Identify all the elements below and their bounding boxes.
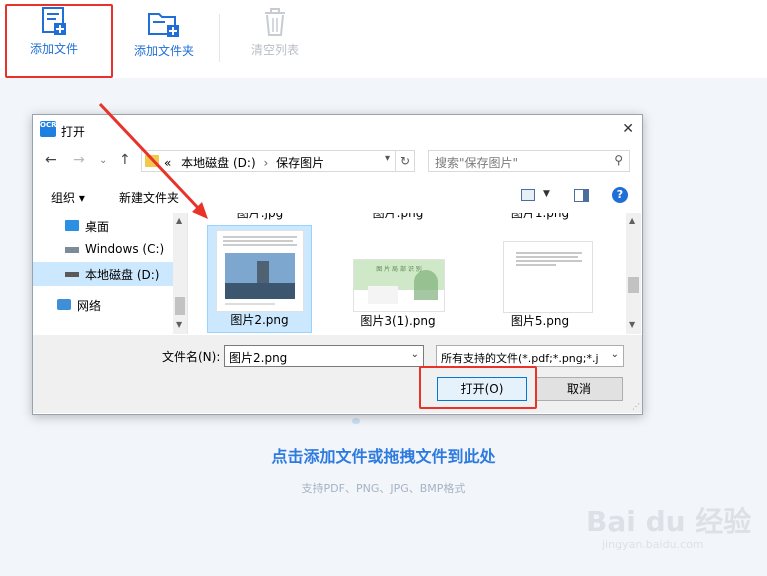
breadcrumb: « 本地磁盘 (D:) › 保存图片 xyxy=(164,154,324,171)
scrollbar-thumb[interactable] xyxy=(175,297,185,315)
cancel-button[interactable]: 取消 xyxy=(535,377,623,401)
file-name-field[interactable]: 图片2.png ⌄ xyxy=(224,345,424,367)
file-item[interactable]: 图 片 局 部 识 别 图片3(1).png xyxy=(346,225,450,333)
search-icon: ⚲ xyxy=(614,153,623,167)
annotation-highlight-open xyxy=(419,366,537,409)
file-type-select[interactable]: 所有支持的文件(*.pdf;*.png;*.j ⌄ xyxy=(436,345,624,367)
clear-list-label: 清空列表 xyxy=(250,43,299,57)
back-arrow-icon[interactable]: ← xyxy=(45,152,57,168)
file-name: 图片1.png xyxy=(510,213,570,220)
address-bar[interactable]: « 本地磁盘 (D:) › 保存图片 ▾ xyxy=(141,150,415,172)
navigation-pane: 桌面 Windows (C:) 本地磁盘 (D:) 网络 xyxy=(33,213,188,334)
file-name: 图片2.png xyxy=(230,313,289,327)
ocr-app-icon: OCR xyxy=(40,121,56,137)
nav-item-desktop[interactable]: 桌面 xyxy=(33,214,173,238)
address-dropdown-icon[interactable]: ▾ xyxy=(385,153,390,164)
drop-zone-icon xyxy=(352,418,360,424)
nav-item-label: 网络 xyxy=(77,299,102,313)
file-name-label: 文件名(N): xyxy=(162,350,221,364)
nav-item-network[interactable]: 网络 xyxy=(33,293,173,317)
drive-d-icon xyxy=(65,272,79,277)
dialog-title: 打开 xyxy=(61,125,86,139)
network-icon xyxy=(57,299,71,310)
file-item-selected[interactable]: 图片2.png xyxy=(207,225,312,333)
view-mode-icon[interactable] xyxy=(521,189,535,201)
toolbar-divider xyxy=(219,14,220,62)
nav-item-label: 本地磁盘 (D:) xyxy=(85,268,160,282)
nav-item-label: Windows (C:) xyxy=(85,242,165,256)
add-folder-icon xyxy=(148,13,179,37)
folder-icon xyxy=(145,155,159,167)
recent-dropdown-icon[interactable]: ⌄ xyxy=(99,155,107,166)
file-list-scrollbar[interactable]: ▲ ▼ xyxy=(626,213,641,334)
annotation-highlight-add-file xyxy=(5,4,113,78)
file-name: 图片.png xyxy=(372,213,424,220)
scroll-up-icon[interactable]: ▲ xyxy=(176,216,182,225)
drop-zone-hint: 支持PDF、PNG、JPG、BMP格式 xyxy=(301,482,466,495)
nav-item-windows-c[interactable]: Windows (C:) xyxy=(33,238,173,262)
dialog-footer: 文件名(N): 图片2.png ⌄ 所有支持的文件(*.pdf;*.png;*.… xyxy=(33,335,642,413)
baidu-watermark: Bai du 经验 jingyan.baidu.com xyxy=(586,500,756,562)
nav-item-local-disk-d[interactable]: 本地磁盘 (D:) xyxy=(33,262,173,286)
add-folder-label: 添加文件夹 xyxy=(133,44,194,58)
file-item-partial[interactable]: 图片.png xyxy=(346,213,450,221)
file-item-partial[interactable]: 图片.jpg xyxy=(208,213,312,221)
file-type-value: 所有支持的文件(*.pdf;*.png;*.j xyxy=(441,352,599,365)
breadcrumb-separator: › xyxy=(263,156,269,170)
search-input[interactable]: 搜索"保存图片" ⚲ xyxy=(428,150,630,172)
file-name-value: 图片2.png xyxy=(229,351,288,365)
dialog-titlebar[interactable]: OCR 打开 ✕ xyxy=(33,115,642,145)
navigation-bar: ← → ⌄ ↑ « 本地磁盘 (D:) › 保存图片 ▾ ↻ 搜索"保存图片" … xyxy=(33,148,642,176)
chevron-down-icon[interactable]: ⌄ xyxy=(411,349,419,360)
chevron-down-icon[interactable]: ⌄ xyxy=(608,349,619,360)
nav-item-label: 桌面 xyxy=(85,220,110,234)
organize-button[interactable]: 组织 ▾ xyxy=(51,189,85,206)
trash-icon xyxy=(265,8,285,36)
help-icon[interactable]: ? xyxy=(612,187,628,203)
add-folder-button[interactable]: 添加文件夹 xyxy=(122,2,206,80)
open-file-dialog: OCR 打开 ✕ ← → ⌄ ↑ « 本地磁盘 (D:) › 保存图片 ▾ ↻ … xyxy=(32,114,643,415)
view-dropdown-icon[interactable]: ▼ xyxy=(543,189,550,199)
app-toolbar: 添加文件 添加文件夹 清空列表 xyxy=(0,0,767,78)
file-thumbnail xyxy=(216,230,304,312)
clear-list-button[interactable]: 清空列表 xyxy=(238,1,312,79)
scroll-down-icon[interactable]: ▼ xyxy=(629,320,635,329)
file-item[interactable]: 图片5.png xyxy=(488,225,593,333)
preview-pane-icon[interactable] xyxy=(574,189,589,202)
watermark-url: jingyan.baidu.com xyxy=(602,538,704,551)
file-name: 图片.jpg xyxy=(236,213,284,220)
close-icon[interactable]: ✕ xyxy=(622,121,634,137)
scroll-up-icon[interactable]: ▲ xyxy=(629,216,635,225)
breadcrumb-item-saved-images[interactable]: 保存图片 xyxy=(276,156,324,170)
navigation-scrollbar[interactable]: ▲ ▼ xyxy=(173,213,187,334)
search-placeholder: 搜索"保存图片" xyxy=(435,156,519,170)
file-list: 图片.jpg 图片.png 图片1.png 图片2.png 图 片 局 部 识 xyxy=(188,213,626,334)
drop-zone-title[interactable]: 点击添加文件或拖拽文件到此处 xyxy=(0,443,767,467)
breadcrumb-overflow[interactable]: « xyxy=(164,156,171,170)
up-arrow-icon[interactable]: ↑ xyxy=(119,152,131,168)
file-name: 图片5.png xyxy=(510,314,570,328)
file-name: 图片3(1).png xyxy=(360,314,436,328)
new-folder-button[interactable]: 新建文件夹 xyxy=(119,189,179,206)
drive-c-icon xyxy=(65,247,79,253)
scroll-down-icon[interactable]: ▼ xyxy=(176,320,182,329)
file-thumbnail xyxy=(503,241,593,313)
file-item-partial[interactable]: 图片1.png xyxy=(488,213,592,221)
scrollbar-thumb[interactable] xyxy=(628,277,639,293)
app-icon-text: OCR xyxy=(40,121,57,129)
resize-grip-icon[interactable]: ⋰ xyxy=(632,402,640,411)
breadcrumb-item-drive-d[interactable]: 本地磁盘 (D:) xyxy=(181,156,255,170)
desktop-icon xyxy=(65,220,79,231)
refresh-icon[interactable]: ↻ xyxy=(395,150,415,172)
file-thumbnail: 图 片 局 部 识 别 xyxy=(353,259,445,312)
command-bar: 组织 ▾ 新建文件夹 ▼ ? xyxy=(33,181,642,211)
forward-arrow-icon[interactable]: → xyxy=(73,152,85,168)
watermark-brand: Bai du 经验 xyxy=(586,505,752,538)
